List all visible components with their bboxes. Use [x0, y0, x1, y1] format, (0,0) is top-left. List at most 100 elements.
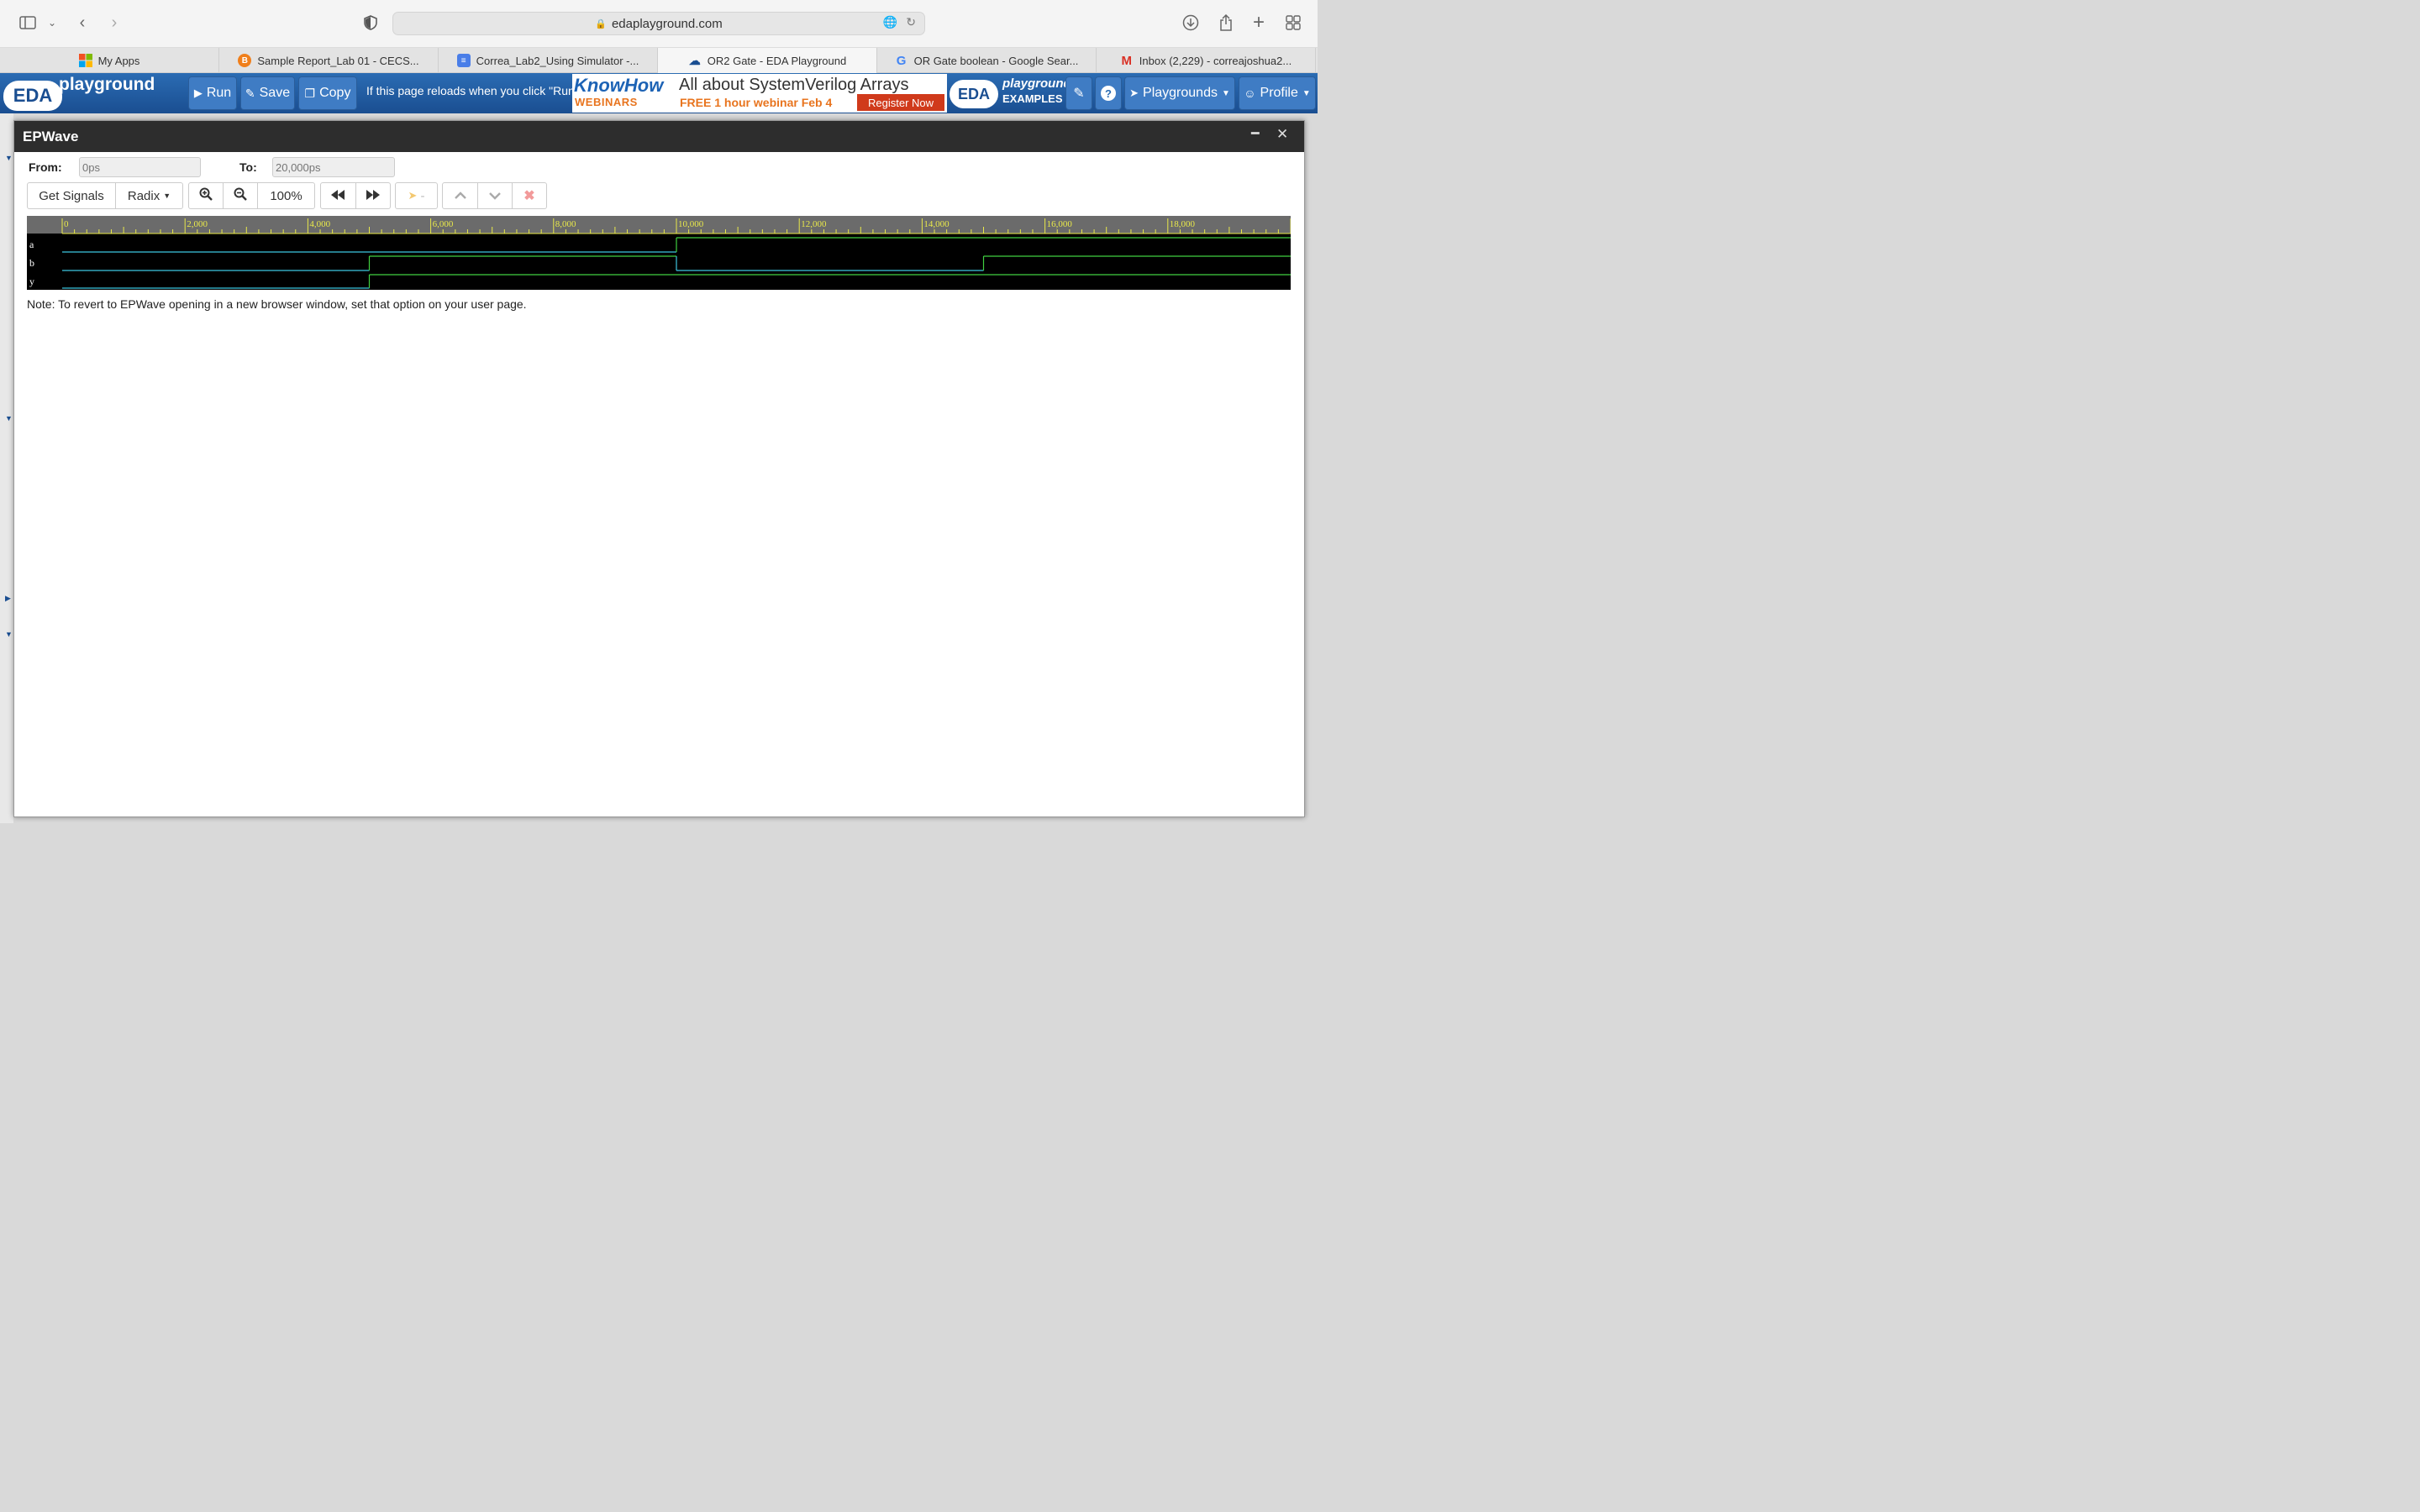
examples-playground-text: playground: [1002, 76, 1071, 91]
remove-icon: ✖: [523, 189, 535, 203]
copy-icon: ❐: [304, 86, 316, 100]
ad-detail: FREE 1 hour webinar Feb 4: [680, 96, 833, 109]
signals-group: Get Signals Radix ▼: [27, 182, 183, 209]
zoom-in-button[interactable]: [189, 183, 224, 208]
logo-playground-text: playground: [59, 75, 155, 94]
signal-name-a[interactable]: a: [29, 239, 34, 251]
pencil-icon: ✎: [245, 86, 255, 100]
zoom-level[interactable]: 100%: [258, 183, 314, 208]
run-button[interactable]: ▶ Run: [188, 76, 237, 110]
chevron-down-icon: [489, 189, 501, 203]
tab-label: OR Gate boolean - Google Sear...: [913, 54, 1079, 67]
collapse-arrow-icon: ▼: [5, 414, 13, 423]
webinar-ad-banner[interactable]: KnowHow WEBINARS All about SystemVerilog…: [572, 74, 947, 113]
address-bar[interactable]: 🔒 edaplayground.com 🌐 ↻: [392, 12, 925, 35]
get-signals-button[interactable]: Get Signals: [28, 183, 116, 208]
tab-overview-icon[interactable]: [1284, 13, 1302, 33]
tab-my-apps[interactable]: My Apps: [0, 48, 219, 73]
location-arrow-icon: ➤: [408, 189, 418, 202]
ruler-tick-label: 4,000: [309, 219, 330, 229]
forward-icon[interactable]: ›: [106, 13, 123, 33]
waveform-canvas[interactable]: 0 2,000 4,000 6,000 8,000 10,000 12,000 14,000 1…: [27, 216, 1291, 290]
ruler-tick-label: 10,000: [678, 219, 704, 229]
gmail-icon: M: [1121, 53, 1133, 68]
tab-label: My Apps: [97, 54, 140, 67]
edit-icon: ✎: [1073, 87, 1085, 101]
tab-sample-report[interactable]: B Sample Report_Lab 01 - CECS...: [219, 48, 439, 73]
reload-icon[interactable]: ↻: [906, 15, 916, 29]
expand-arrow-icon: ▶: [5, 594, 11, 602]
translate-icon[interactable]: 🌐: [883, 15, 897, 29]
register-now-button[interactable]: Register Now: [857, 94, 944, 111]
help-button[interactable]: ?: [1095, 76, 1122, 110]
marker-label: -: [420, 188, 425, 203]
tab-label: Inbox (2,229) - correajoshua2...: [1139, 54, 1292, 67]
browser-toolbar: ⌄ ‹ › 🔒 edaplayground.com 🌐 ↻ +: [0, 0, 1318, 48]
back-icon[interactable]: ‹: [74, 13, 91, 33]
collapse-arrow-icon: ▼: [5, 154, 13, 162]
minimize-icon[interactable]: ━: [1251, 125, 1260, 142]
previous-edge-button[interactable]: [321, 183, 356, 208]
copy-button[interactable]: ❐ Copy: [298, 76, 357, 110]
epwave-modal: EPWave ━ ✕ From: To: Get Signals Radix ▼…: [13, 120, 1305, 817]
lock-icon: 🔒: [595, 18, 607, 29]
move-up-button[interactable]: [443, 183, 478, 208]
privacy-shield-icon[interactable]: [361, 13, 380, 33]
radix-label: Radix: [127, 188, 160, 203]
sidebar-icon[interactable]: [18, 13, 37, 33]
ad-sub: WEBINARS: [575, 96, 638, 108]
chevron-down-icon[interactable]: ⌄: [45, 13, 59, 33]
examples-text: EXAMPLES: [1002, 92, 1063, 105]
reload-message: If this page reloads when you click "Run…: [366, 84, 572, 97]
zoom-in-icon: [199, 187, 213, 204]
ruler-tick-label: 12,000: [801, 219, 827, 229]
fast-forward-icon: [366, 189, 380, 203]
share-icon[interactable]: [1217, 13, 1235, 33]
fast-backward-icon: [331, 189, 345, 203]
new-tab-icon[interactable]: +: [1249, 11, 1268, 34]
tab-label: OR2 Gate - EDA Playground: [707, 54, 847, 67]
caret-down-icon: ▼: [1221, 88, 1230, 98]
playgrounds-dropdown[interactable]: ➤ Playgrounds ▼: [1124, 76, 1235, 110]
signal-order-group: ✖: [442, 182, 547, 209]
signal-name-b[interactable]: b: [29, 257, 34, 270]
waveform-viewer[interactable]: 0 2,000 4,000 6,000 8,000 10,000 12,000 14,000 1…: [27, 216, 1291, 290]
radix-dropdown[interactable]: Radix ▼: [116, 183, 182, 208]
tab-or2-gate[interactable]: ☁ OR2 Gate - EDA Playground: [658, 48, 877, 73]
tab-gmail-inbox[interactable]: M Inbox (2,229) - correajoshua2...: [1097, 48, 1316, 73]
to-input[interactable]: [272, 157, 395, 177]
background-page: ▼ ▼ ▶ ▼: [0, 113, 13, 823]
epwave-note: Note: To revert to EPWave opening in a n…: [27, 297, 527, 311]
profile-dropdown[interactable]: ☺ Profile ▼: [1239, 76, 1316, 110]
ruler-tick-label: 6,000: [433, 219, 454, 229]
playgrounds-label: Playgrounds: [1143, 86, 1218, 100]
eda-cloud-icon: ☁: [688, 53, 701, 67]
modal-title: EPWave: [23, 129, 79, 144]
ms-apps-icon: [78, 54, 92, 67]
remove-signal-button[interactable]: ✖: [513, 183, 546, 208]
profile-label: Profile: [1260, 86, 1298, 100]
caret-down-icon: ▼: [163, 192, 171, 200]
marker-button[interactable]: ➤ -: [396, 183, 437, 208]
eda-header: EDA playground ▶ Run ✎ Save ❐ Copy If th…: [0, 73, 1318, 113]
eda-logo[interactable]: EDA playground: [3, 75, 171, 112]
from-input[interactable]: [79, 157, 201, 177]
zoom-group: 100%: [188, 182, 315, 209]
downloads-icon[interactable]: [1181, 13, 1200, 33]
playground-examples-logo[interactable]: EDA playground EXAMPLES: [950, 75, 1071, 112]
ruler-tick-label: 0: [64, 219, 69, 229]
tab-correa-lab2[interactable]: ≡ Correa_Lab2_Using Simulator -...: [439, 48, 658, 73]
next-edge-button[interactable]: [356, 183, 391, 208]
tab-google-search[interactable]: G OR Gate boolean - Google Sear...: [877, 48, 1097, 73]
ruler-tick-label: 14,000: [923, 219, 950, 229]
move-down-button[interactable]: [478, 183, 513, 208]
signal-name-y[interactable]: y: [29, 276, 34, 288]
save-button[interactable]: ✎ Save: [240, 76, 295, 110]
zoom-out-button[interactable]: [224, 183, 258, 208]
examples-eda-text: EDA: [950, 80, 998, 108]
zoom-out-icon: [234, 187, 247, 204]
marker-group: ➤ -: [395, 182, 438, 209]
edit-button[interactable]: ✎: [1065, 76, 1092, 110]
close-icon[interactable]: ✕: [1276, 126, 1288, 143]
play-icon: ▶: [193, 87, 203, 99]
